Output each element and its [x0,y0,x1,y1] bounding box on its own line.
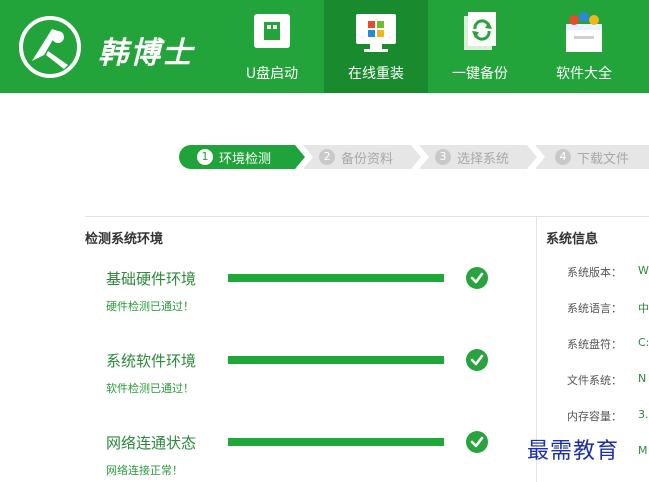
progress-bar [228,274,444,282]
content-divider [85,216,649,217]
sysinfo-value: M [638,444,648,457]
progress-fill [228,438,444,446]
backup-refresh-icon [464,12,496,50]
checks-title: 检测系统环境 [85,232,164,247]
progress-bar [228,356,444,364]
check-status: 网络连接正常！ [106,464,183,477]
nav-software-center[interactable]: 软件大全 [532,0,636,93]
check-passed-icon [466,349,488,371]
step-number: 1 [197,149,213,165]
nav-label: 软件大全 [556,66,612,82]
logo-mark-icon [19,16,81,78]
check-status: 软件检测已通过！ [106,382,194,395]
progress-fill [228,274,444,282]
sysinfo-value: W [638,264,649,277]
sysinfo-label: 系统语言： [567,302,622,315]
nav-label: 在线重装 [348,66,404,82]
sysinfo-label: 系统盘符： [567,338,622,351]
check-passed-icon [466,267,488,289]
step-number: 2 [319,149,335,165]
check-passed-icon [466,431,488,453]
check-title: 基础硬件环境 [106,270,197,288]
windows-monitor-icon [356,14,396,52]
check-title: 系统软件环境 [106,352,197,370]
nav-usb-boot[interactable]: U盘启动 [220,0,324,93]
step-number: 4 [555,149,571,165]
step-label: 选择系统 [457,152,510,167]
nav-label: 一键备份 [452,66,508,82]
progress-bar [228,438,444,446]
brand-logo: 韩博士 [14,12,244,82]
progress-fill [228,356,444,364]
step-label: 环境检测 [219,152,272,167]
sysinfo-label: 文件系统： [567,374,622,387]
check-status: 硬件检测已通过！ [106,300,194,313]
sysinfo-label: 系统版本： [567,266,622,279]
step-label: 下载文件 [577,152,630,167]
step-number: 3 [435,149,451,165]
sysinfo-value: N [638,372,647,385]
brand-name: 韩博士 [98,36,194,71]
nav-online-reinstall[interactable]: 在线重装 [324,0,428,93]
nav-label: U盘启动 [245,66,299,82]
check-title: 网络连通状态 [106,434,197,452]
sysinfo-label: 内存容量： [567,410,622,423]
step-label: 备份资料 [341,152,394,167]
sysinfo-value: C: [638,336,649,349]
watermark-text: 最需教育 [527,439,620,464]
nav-one-key-backup[interactable]: 一键备份 [428,0,532,93]
sysinfo-title: 系统信息 [546,232,599,247]
usb-drive-icon [254,14,290,48]
software-box-icon [566,12,602,52]
app-header: 韩博士 U盘启动 在线重装 一键备份 软件大全 [0,0,649,93]
sysinfo-value: 中 [638,302,649,315]
sysinfo-value: 3. [638,408,649,421]
